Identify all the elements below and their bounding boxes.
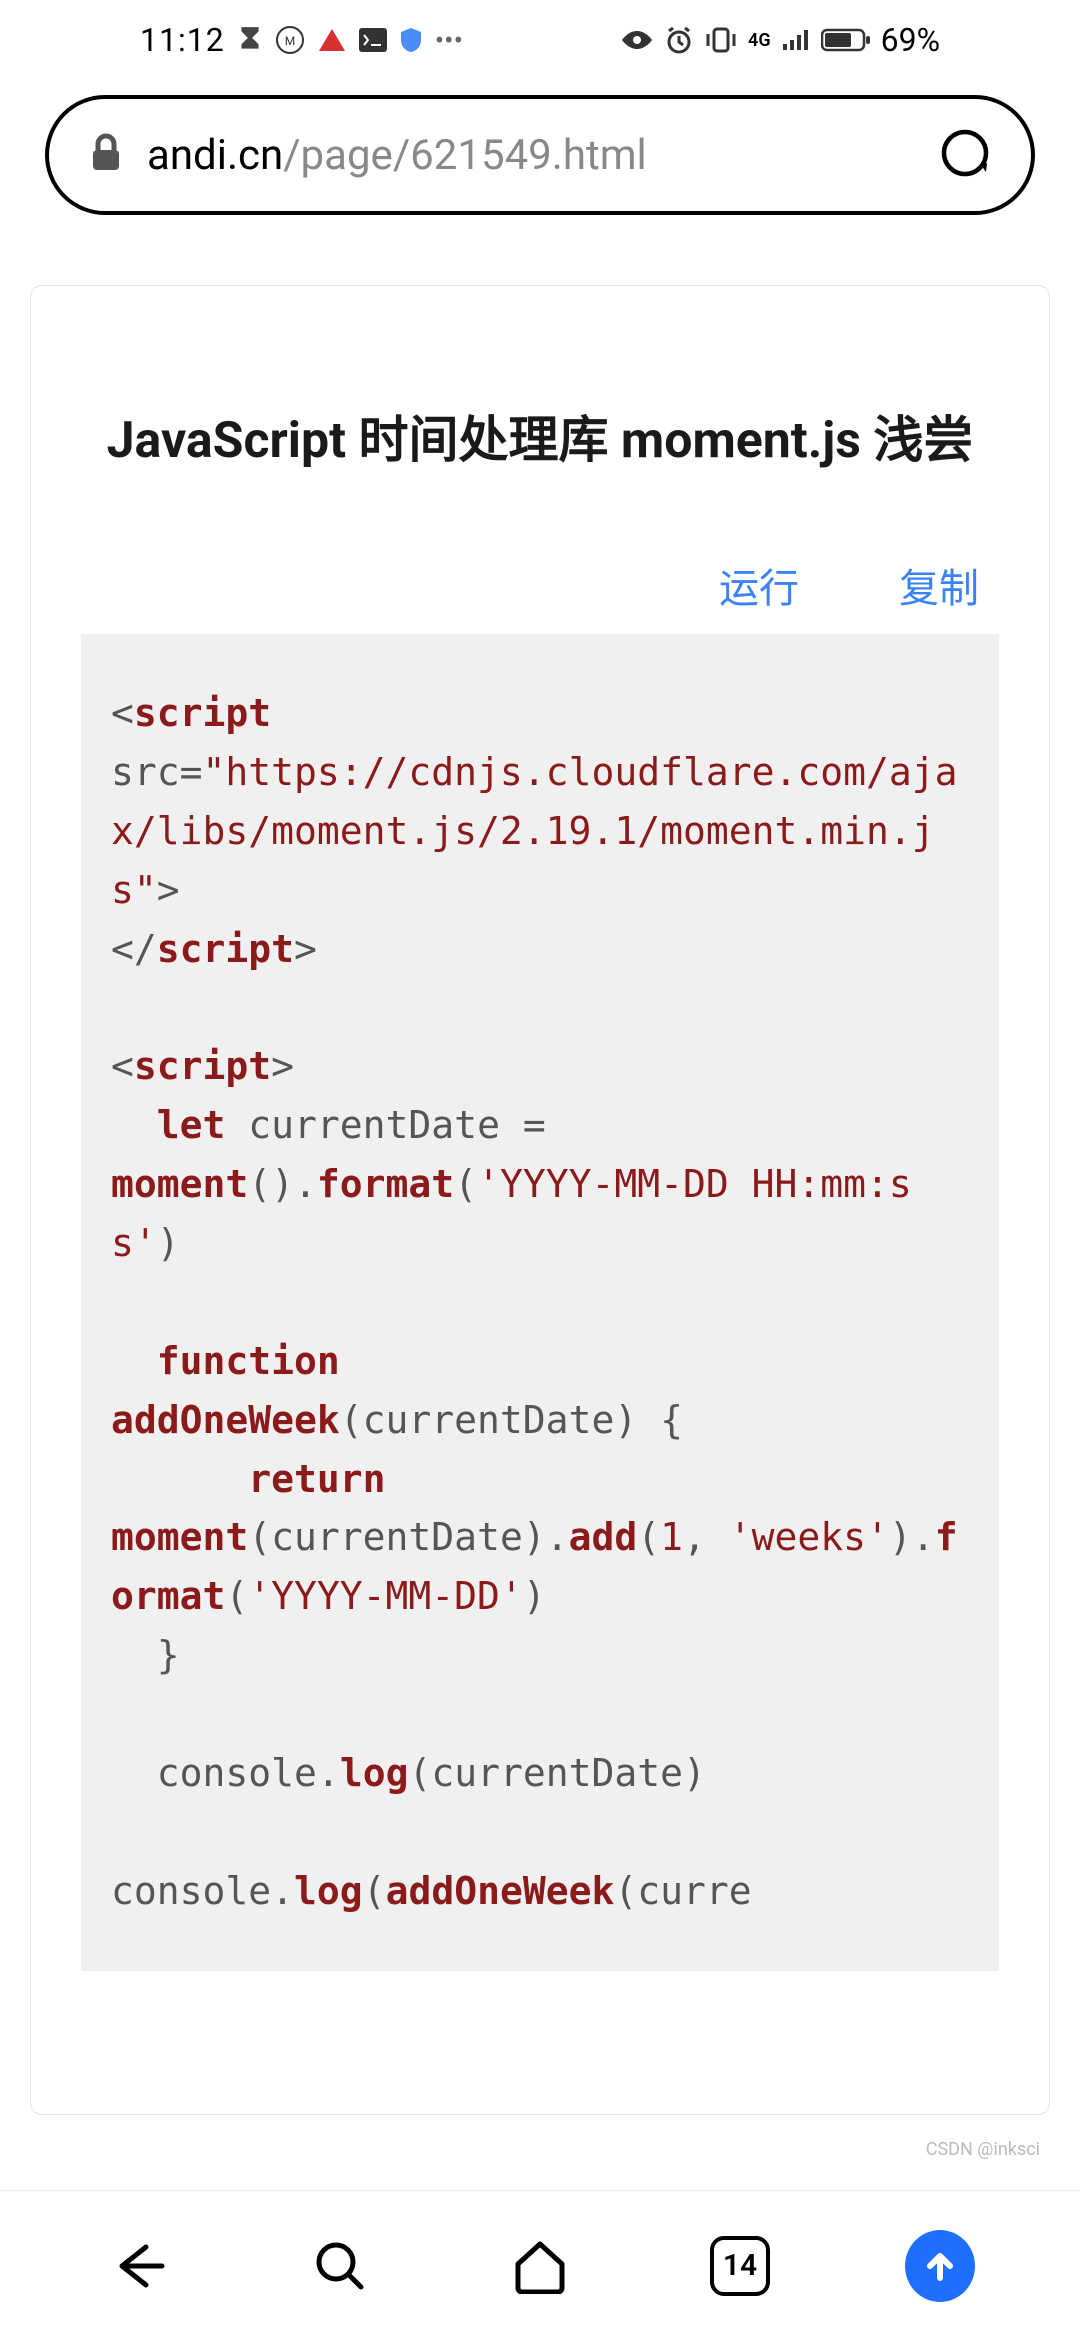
code-actions: 运行 复制 xyxy=(31,536,1049,634)
shield-icon xyxy=(399,26,423,54)
watermark: CSDN @inksci xyxy=(926,2139,1040,2160)
signal-icon xyxy=(781,28,811,52)
status-bar: 11:12 M ••• 4G xyxy=(0,0,1080,80)
app-badge-icon: M xyxy=(275,25,305,55)
url-bar[interactable]: andi.cn/page/621549.html xyxy=(45,95,1035,215)
content-card: JavaScript 时间处理库 moment.js 浅尝 运行 复制 <scr… xyxy=(30,285,1050,2115)
search-button[interactable] xyxy=(305,2231,375,2301)
alarm-icon xyxy=(664,25,694,55)
network-4g-icon: 4G xyxy=(748,30,771,51)
home-button[interactable] xyxy=(505,2231,575,2301)
status-time: 11:12 xyxy=(140,21,225,59)
eye-icon xyxy=(620,29,654,51)
battery-percent: 69% xyxy=(881,21,940,59)
status-left: 11:12 M ••• xyxy=(140,21,463,59)
code-block[interactable]: <script src="https://cdnjs.cloudflare.co… xyxy=(81,634,999,1971)
lock-icon xyxy=(89,133,123,177)
triangle-icon xyxy=(317,27,347,53)
arrow-up-icon xyxy=(920,2246,960,2286)
svg-text:M: M xyxy=(284,34,294,48)
url-host: andi.cn xyxy=(147,131,283,180)
tabs-button[interactable]: 14 xyxy=(705,2231,775,2301)
battery-icon xyxy=(821,27,871,53)
url-text[interactable]: andi.cn/page/621549.html xyxy=(147,131,915,180)
bottom-nav: 14 xyxy=(0,2190,1080,2340)
status-right: 4G 69% xyxy=(620,21,940,59)
terminal-icon xyxy=(359,28,387,52)
back-button[interactable] xyxy=(105,2231,175,2301)
hourglass-icon xyxy=(237,25,263,55)
copy-button[interactable]: 复制 xyxy=(899,556,979,614)
more-dots-icon: ••• xyxy=(435,24,463,57)
reload-icon[interactable] xyxy=(939,127,991,183)
vibrate-icon xyxy=(704,26,738,54)
article-title: JavaScript 时间处理库 moment.js 浅尝 xyxy=(31,286,1049,536)
upload-button[interactable] xyxy=(905,2231,975,2301)
run-button[interactable]: 运行 xyxy=(719,556,799,614)
tabs-count: 14 xyxy=(710,2236,770,2296)
url-path: /page/621549.html xyxy=(283,131,647,180)
